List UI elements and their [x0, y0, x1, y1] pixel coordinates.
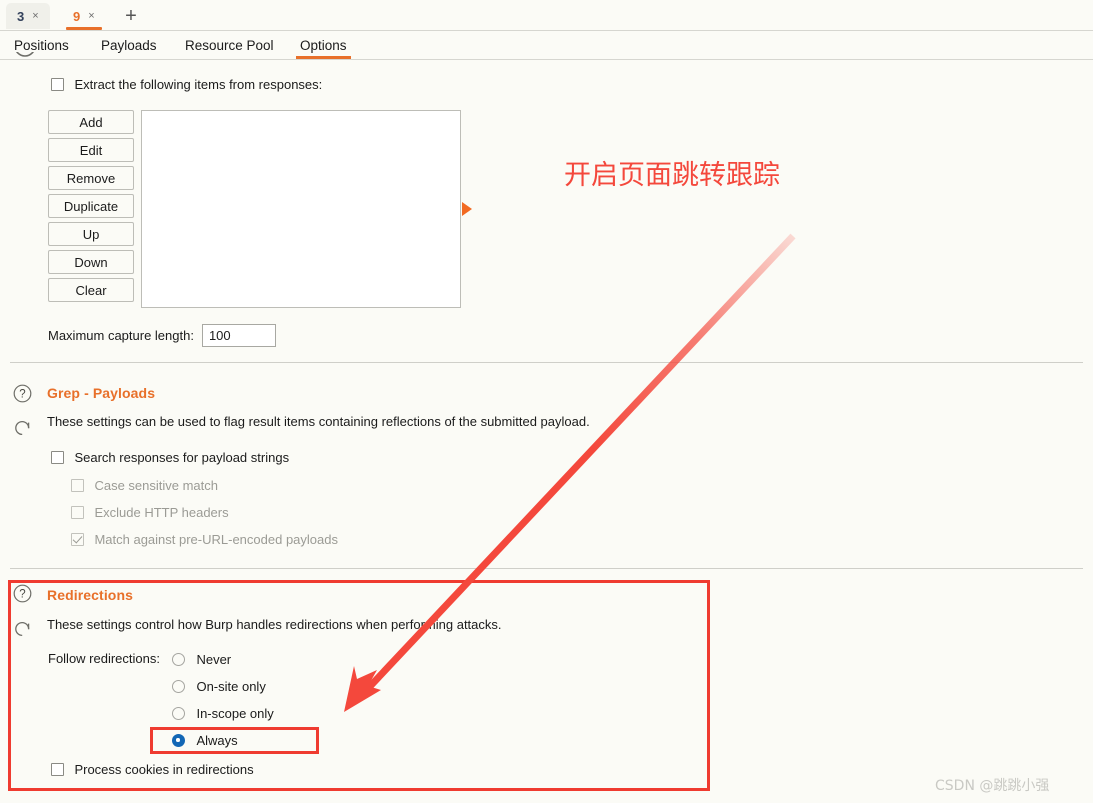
always-highlight-box [150, 727, 319, 754]
grep-payloads-title: Grep - Payloads [47, 385, 156, 401]
window-tab-label: 3 [17, 8, 25, 24]
burp-intruder-options-window: 3 × 9 × + Positions Payloads Resource Po… [0, 0, 1093, 803]
tab-payloads[interactable]: Payloads [97, 31, 161, 60]
exclude-http-headers-row[interactable]: Exclude HTTP headers [71, 504, 229, 522]
watermark: CSDN @跳跳小强 [935, 778, 1050, 794]
tab-options[interactable]: Options [296, 31, 351, 60]
max-capture-length-row: Maximum capture length: 100 [48, 324, 276, 347]
grep-payloads-description: These settings can be used to flag resul… [47, 414, 590, 429]
search-responses-label: Search responses for payload strings [74, 450, 290, 465]
search-responses-checkbox[interactable] [51, 451, 64, 464]
annotation-callout-text: 开启页面跳转跟踪 [564, 160, 780, 191]
tab-label: Options [300, 38, 347, 53]
triangle-right-icon[interactable] [461, 201, 473, 217]
match-pre-url-encoded-label: Match against pre-URL-encoded payloads [94, 532, 338, 547]
tab-label: Resource Pool [185, 38, 274, 53]
window-tab-9[interactable]: 9 × [62, 3, 106, 30]
reset-icon[interactable] [13, 418, 32, 437]
close-icon[interactable]: × [32, 10, 38, 22]
window-tab-strip: 3 × 9 × + [0, 0, 1093, 31]
exclude-http-headers-label: Exclude HTTP headers [94, 505, 229, 520]
help-icon[interactable]: ? [13, 384, 32, 403]
remove-button[interactable]: Remove [48, 166, 134, 190]
up-button[interactable]: Up [48, 222, 134, 246]
tab-label: Positions [14, 38, 69, 53]
case-sensitive-row[interactable]: Case sensitive match [71, 477, 218, 495]
close-icon[interactable]: × [88, 10, 94, 22]
tab-resource-pool[interactable]: Resource Pool [181, 31, 278, 60]
duplicate-button[interactable]: Duplicate [48, 194, 134, 218]
window-tab-label: 9 [73, 8, 81, 24]
match-pre-url-encoded-checkbox[interactable] [71, 533, 84, 546]
case-sensitive-checkbox[interactable] [71, 479, 84, 492]
case-sensitive-label: Case sensitive match [94, 478, 219, 493]
clear-button[interactable]: Clear [48, 278, 134, 302]
max-capture-length-input[interactable]: 100 [201, 324, 276, 347]
edit-button[interactable]: Edit [48, 138, 134, 162]
active-tab-underline [66, 27, 102, 30]
svg-text:?: ? [19, 389, 25, 401]
add-button[interactable]: Add [48, 110, 134, 134]
extract-items-button-column: Add Edit Remove Duplicate Up Down Clear [48, 110, 134, 302]
redirections-highlight-box [8, 580, 710, 791]
tab-label: Payloads [101, 38, 157, 53]
extract-items-checkbox[interactable] [51, 78, 64, 91]
match-pre-url-encoded-row[interactable]: Match against pre-URL-encoded payloads [71, 531, 338, 549]
new-tab-button[interactable]: + [120, 5, 142, 27]
section-tab-bar: Positions Payloads Resource Pool Options [0, 31, 1093, 60]
exclude-http-headers-checkbox[interactable] [71, 506, 84, 519]
section-divider [10, 568, 1083, 569]
active-tab-underline [296, 56, 351, 59]
extract-items-list[interactable] [141, 110, 461, 308]
extract-items-checkbox-row[interactable]: Extract the following items from respons… [51, 76, 322, 94]
section-divider [10, 362, 1083, 363]
search-responses-row[interactable]: Search responses for payload strings [51, 449, 289, 467]
down-button[interactable]: Down [48, 250, 134, 274]
max-capture-length-label: Maximum capture length: [48, 328, 194, 343]
window-tab-3[interactable]: 3 × [6, 3, 50, 29]
extract-items-label: Extract the following items from respons… [74, 77, 323, 92]
reset-icon[interactable] [13, 52, 37, 66]
